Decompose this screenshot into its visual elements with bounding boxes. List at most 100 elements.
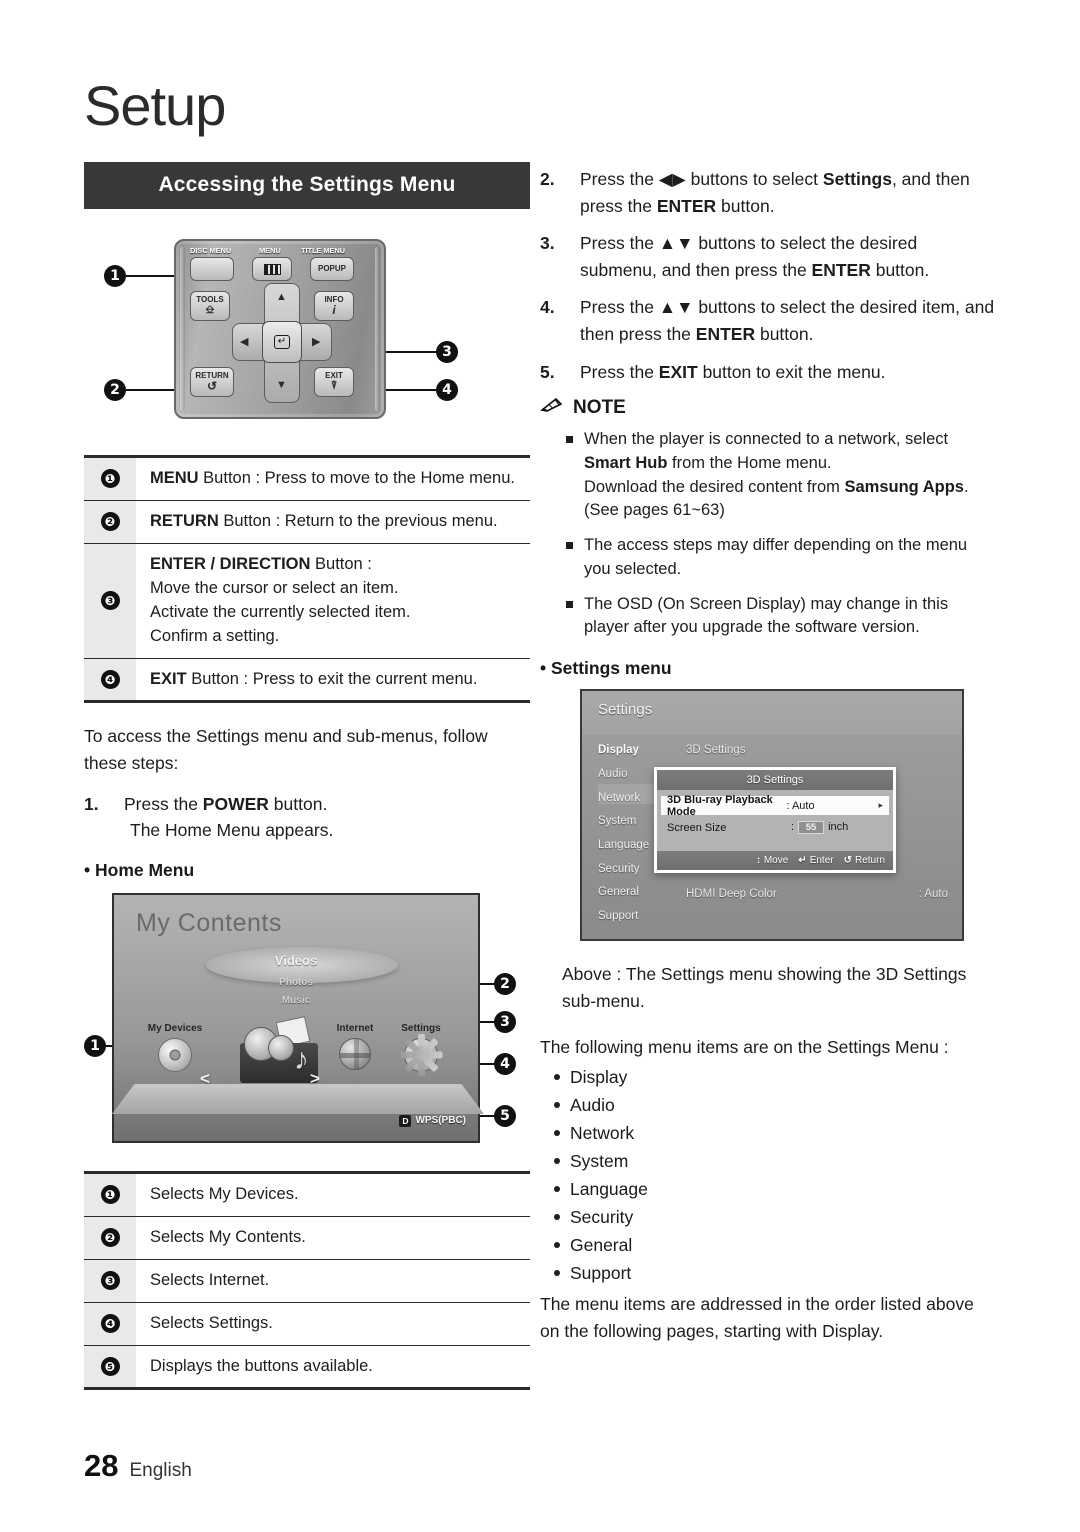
settings-item-network: Network — [552, 1119, 996, 1147]
settings-sidebar-item-display[interactable]: Display — [598, 739, 672, 763]
step-number: 1. — [84, 793, 99, 814]
exit-button[interactable]: EXIT ⍒ — [314, 367, 354, 397]
return-button[interactable]: RETURN ↺ — [190, 367, 234, 397]
wps-indicator: D WPS(PBC) — [399, 1114, 466, 1127]
step-text: ◀▶ — [658, 169, 686, 189]
step-number: 2. — [540, 169, 555, 189]
pencil-icon — [540, 396, 564, 419]
gear-icon — [400, 1033, 442, 1076]
button-name: MENU — [150, 469, 199, 487]
row-number-cell: ❷ — [84, 500, 136, 544]
step-item: 5. Press the EXIT button to exit the menu… — [540, 359, 996, 386]
access-intro-paragraph: To access the Settings menu and sub-menu… — [84, 726, 488, 774]
settings-screen-title: Settings — [598, 701, 653, 719]
dialog-footer: ↕ Move ↵ Enter ↺ Return — [657, 851, 893, 871]
remote-control-figure: 1 2 3 4 DISC MENU MENU TITLE MENU POPUP — [84, 231, 530, 441]
carousel-item-videos[interactable]: Videos — [114, 953, 478, 968]
wps-key-badge: D — [399, 1114, 412, 1127]
down-arrow-icon[interactable]: ▼ — [276, 379, 287, 391]
remote-callout-1: 1 — [104, 265, 126, 287]
row-text-cell: MENU Button : Press to move to the Home … — [136, 457, 530, 501]
table-row: ❹ Selects Settings. — [84, 1302, 530, 1346]
up-arrow-icon[interactable]: ▲ — [276, 291, 287, 303]
title-menu-label: TITLE MENU — [301, 246, 345, 255]
note-heading-label: NOTE — [573, 396, 626, 418]
three-d-settings-dialog: 3D Settings 3D Blu-ray Playback Mode : A… — [654, 767, 896, 874]
step-number: 5. — [540, 361, 555, 382]
note-text: When the player is connected to a networ… — [584, 430, 949, 449]
settings-row-label: HDMI Deep Color — [686, 887, 777, 900]
dialog-row-screen-size[interactable]: Screen Size :55 inch — [661, 818, 889, 837]
button-name: ENTER / DIRECTION — [150, 554, 311, 573]
carousel-item-music[interactable]: Music — [114, 995, 478, 1006]
settings-sidebar-item-general[interactable]: General — [598, 881, 672, 905]
hint-glyph-icon: ↺ — [843, 855, 852, 867]
chevron-right-icon[interactable]: ▸ — [878, 800, 883, 811]
chapter-title: Setup — [84, 74, 226, 137]
settings-sidebar-item-support[interactable]: Support — [598, 905, 672, 929]
disc-menu-button[interactable] — [190, 257, 234, 281]
button-name: EXIT — [150, 669, 187, 688]
home-item-my-devices[interactable]: My Devices — [138, 1023, 212, 1074]
home-menu-description-table: ❶ Selects My Devices. ❷ Selects My Conte… — [84, 1171, 530, 1391]
hint-label: Enter — [809, 855, 834, 867]
right-step-list: 2. Press the ◀▶ buttons to select Setting… — [540, 166, 996, 385]
step-text: Press the — [580, 297, 659, 318]
row-number-cell: ❸ — [84, 543, 136, 659]
home-item-internet[interactable]: Internet — [324, 1023, 386, 1074]
button-desc: Button : Press to move to the Home menu. — [198, 469, 515, 487]
settings-item-language: Language — [552, 1175, 996, 1203]
step-line2: The Home Menu appears. — [130, 820, 334, 841]
carousel-item-photos[interactable]: Photos — [114, 977, 478, 988]
home-item-label: Settings — [401, 1022, 441, 1034]
carousel-prev-arrow[interactable]: < — [200, 1069, 210, 1089]
screen-size-value[interactable]: 55 — [798, 821, 825, 835]
dialog-hint-enter: ↵ Enter — [798, 855, 833, 866]
wps-label: WPS(PBC) — [415, 1115, 466, 1127]
left-arrow-icon[interactable]: ◀ — [240, 335, 248, 348]
remote-callout-3: 3 — [436, 341, 458, 363]
exit-glyph-icon: ⍒ — [330, 379, 338, 392]
row-text-cell: ENTER / DIRECTION Button : Move the curs… — [136, 543, 530, 658]
number-badge: ❶ — [100, 1185, 120, 1205]
row-number-cell: ❸ — [84, 1259, 136, 1303]
note-item: When the player is connected to a networ… — [566, 428, 996, 523]
button-detail-line: Confirm a setting. — [150, 626, 280, 645]
menu-button[interactable] — [252, 257, 292, 281]
value-prefix: : — [791, 821, 795, 834]
row-number-cell: ❶ — [84, 1172, 136, 1217]
home-item-settings[interactable]: Settings — [390, 1022, 452, 1076]
note-heading: NOTE — [540, 396, 996, 419]
dialog-row-label: Screen Size — [667, 821, 727, 834]
info-glyph-icon: i — [332, 303, 336, 318]
right-arrow-icon[interactable]: ▶ — [312, 335, 320, 348]
enter-button[interactable]: ↵ — [262, 321, 302, 363]
step-bold: ENTER — [811, 259, 871, 280]
settings-row[interactable]: HDMI Deep Color : Auto — [686, 883, 948, 907]
manual-page: Setup Accessing the Settings Menu 1 2 3 … — [0, 0, 1080, 1532]
closing-paragraph: The menu items are addressed in the orde… — [540, 1293, 974, 1341]
button-desc: Button : Return to the previous menu. — [218, 511, 498, 530]
page-number: 28 — [84, 1448, 119, 1483]
step-text: buttons to select — [685, 169, 823, 189]
following-intro-paragraph: The following menu items are on the Sett… — [540, 1037, 949, 1058]
popup-button[interactable]: POPUP — [310, 257, 354, 281]
carousel-next-arrow[interactable]: > — [310, 1069, 320, 1089]
settings-row-value: : Auto — [918, 887, 948, 900]
number-badge: ❺ — [100, 1356, 120, 1376]
step-text: Press the — [580, 233, 659, 254]
settings-row[interactable]: 3D Settings — [686, 739, 948, 763]
music-note-icon: ♪ — [294, 1042, 309, 1076]
button-detail-line: Move the cursor or select an item. — [150, 578, 399, 597]
home-shelf — [112, 1083, 484, 1114]
settings-item-audio: Audio — [552, 1091, 996, 1119]
settings-item-security: Security — [552, 1203, 996, 1231]
step-text: ▲▼ — [658, 297, 694, 318]
settings-items-list: Display Audio Network System Language Securit… — [540, 1063, 996, 1287]
row-text-cell: Displays the buttons available. — [150, 1356, 373, 1375]
note-text: Download the desired content from — [584, 477, 845, 496]
step-text: button. — [755, 323, 814, 344]
tools-button[interactable]: TOOLS ⎒ — [190, 291, 230, 321]
settings-menu-heading: • Settings menu — [540, 658, 672, 679]
dialog-row-playback-mode[interactable]: 3D Blu-ray Playback Mode : Auto ▸ — [661, 794, 889, 818]
